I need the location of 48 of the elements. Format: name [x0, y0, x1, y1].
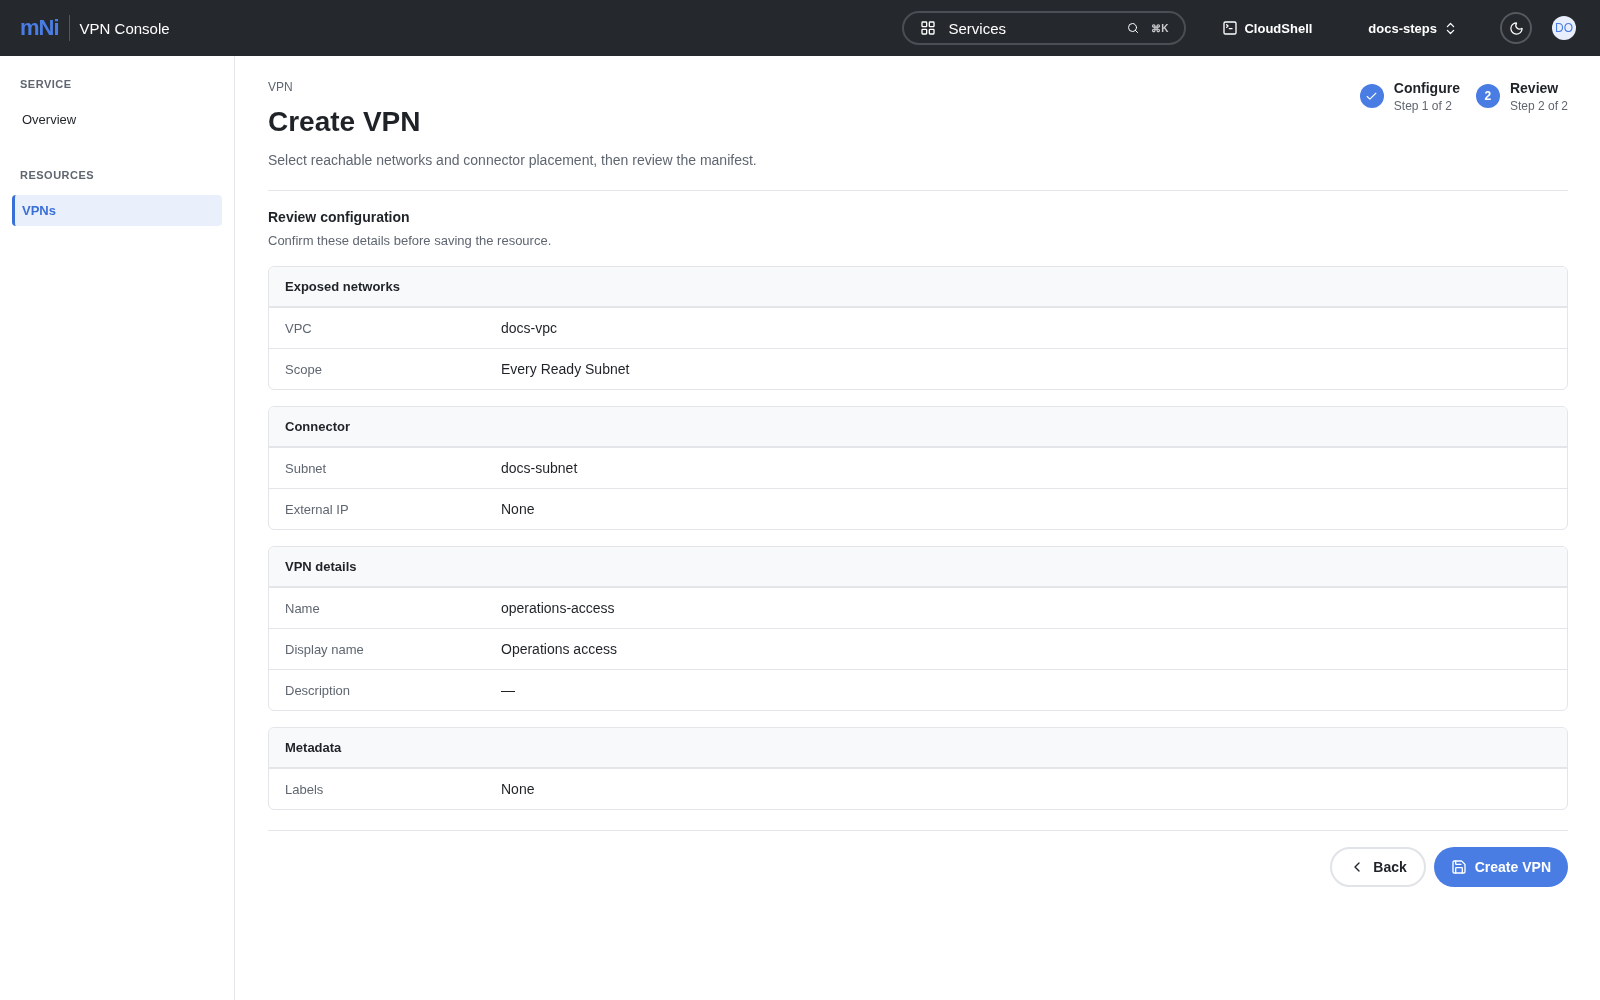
terminal-icon	[1222, 20, 1239, 36]
field-label: Name	[285, 600, 321, 616]
search-icon	[1127, 22, 1140, 34]
back-button[interactable]: Back	[1330, 847, 1426, 887]
shortcut-hint: ⌘K	[1151, 22, 1169, 34]
field-label: Labels	[285, 781, 325, 797]
grid-icon	[920, 20, 937, 36]
field-value: operations-access	[501, 600, 615, 616]
field-label: Description	[285, 682, 352, 698]
step-number: 2	[1475, 84, 1500, 108]
field-label: Display name	[285, 641, 365, 657]
cloudshell-button[interactable]: CloudShell	[1216, 19, 1319, 37]
project-selector[interactable]: docs-steps	[1362, 19, 1464, 37]
create-button[interactable]: Create VPN	[1433, 847, 1568, 887]
breadcrumb[interactable]: VPN	[268, 80, 757, 94]
field-label: VPC	[285, 320, 313, 336]
step-caption: Step 2 of 2	[1509, 99, 1568, 113]
app-title: VPN Console	[79, 19, 170, 37]
theme-toggle[interactable]	[1500, 12, 1532, 44]
moon-icon	[1508, 20, 1524, 36]
field-value: —	[501, 682, 515, 698]
field-value: None	[501, 501, 535, 517]
field-value: Operations access	[501, 641, 617, 657]
field-value: docs-subnet	[501, 460, 578, 476]
field-label: Scope	[285, 361, 323, 377]
section-title: SERVICE	[19, 78, 73, 90]
save-icon	[1450, 859, 1467, 875]
card-title: Connector	[269, 407, 1567, 447]
search-field[interactable]: Services ⌘K	[902, 11, 1187, 45]
page-subtitle: Select reachable networks and connector placement, then review the manifest.	[268, 152, 757, 168]
field-label: External IP	[285, 501, 350, 517]
page-title: Create VPN	[268, 106, 422, 138]
field-value: Every Ready Subnet	[501, 361, 630, 377]
sidebar-item[interactable]: VPNs	[12, 195, 222, 226]
sidebar-item[interactable]: Overview	[12, 104, 222, 135]
field-value: docs-vpc	[501, 320, 558, 336]
step-label: Configure	[1393, 80, 1460, 96]
card-title: Exposed networks	[269, 267, 1567, 307]
step-caption: Step 1 of 2	[1393, 99, 1453, 113]
section-heading: Review configuration	[268, 209, 411, 225]
logo: mNi	[20, 15, 70, 41]
field-value: None	[501, 781, 535, 797]
section-description: Confirm these details before saving the resource.	[268, 233, 553, 248]
section-title: RESOURCES	[19, 169, 96, 181]
step-label: Review	[1509, 80, 1560, 96]
field-label: Subnet	[285, 460, 328, 476]
card-title: Metadata	[269, 728, 1567, 768]
card-title: VPN details	[269, 547, 1567, 587]
